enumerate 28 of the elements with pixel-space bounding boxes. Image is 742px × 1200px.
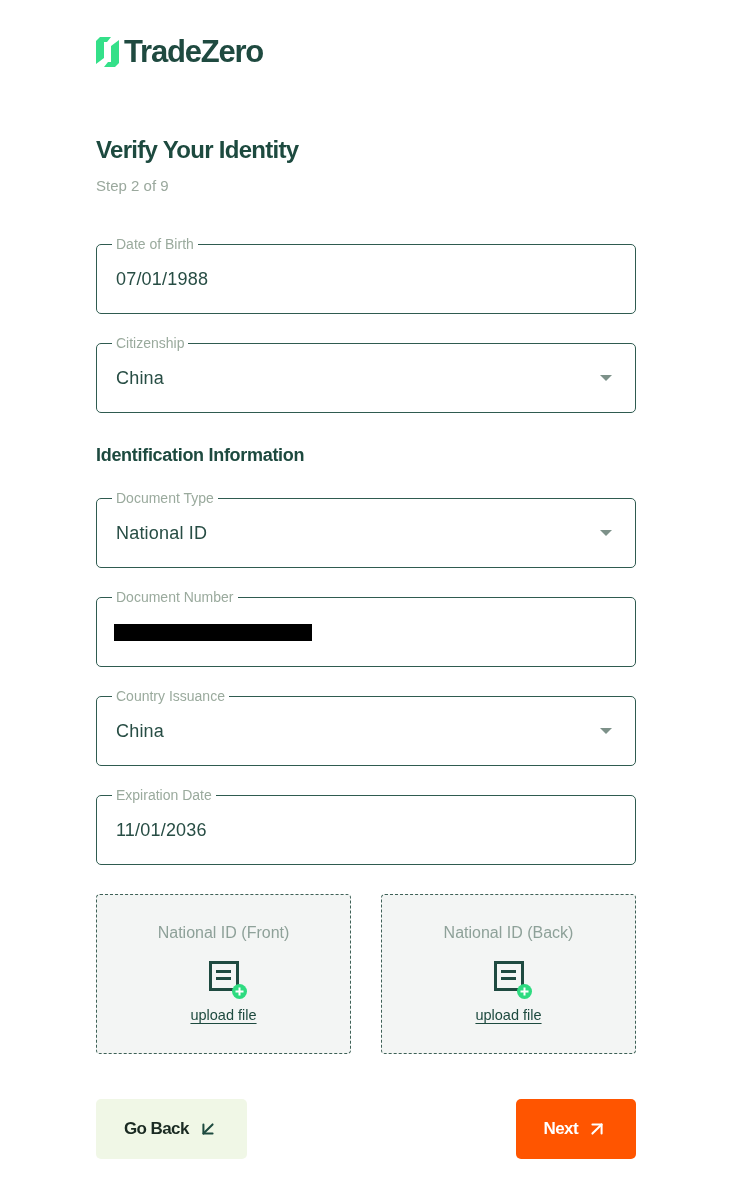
section-title: Identification Information <box>96 444 306 466</box>
field-label: Citizenship <box>115 335 186 351</box>
field-label: Country Issuance <box>115 688 226 704</box>
upload-title: National ID (Back) <box>443 923 574 943</box>
field-label: Document Type <box>115 490 215 506</box>
select-field[interactable]: Document Type National ID <box>96 490 636 568</box>
logo-icon <box>96 37 119 67</box>
field-label: Date of Birth <box>115 236 195 252</box>
upload-dropzone[interactable]: National ID (Back) upload file <box>381 894 636 1054</box>
dropdown-caret-icon <box>600 375 612 381</box>
go-back-button[interactable]: Go Back <box>96 1099 247 1159</box>
upload-dropzone[interactable]: National ID (Front) upload file <box>96 894 351 1054</box>
select-field[interactable]: Country Issuance China <box>96 688 636 766</box>
logo-wordmark: TradeZero <box>124 36 264 68</box>
page-title: Verify Your Identity <box>96 135 300 164</box>
step-indicator: Step 2 of 9 <box>96 177 170 195</box>
upload-file-link[interactable]: upload file <box>190 1006 257 1024</box>
field-label: Document Number <box>115 589 235 605</box>
upload-file-link[interactable]: upload file <box>475 1006 542 1024</box>
dropdown-caret-icon <box>600 728 612 734</box>
input-field[interactable]: Date of Birth 07/01/1988 <box>96 236 636 314</box>
document-add-icon <box>493 961 532 999</box>
upload-title: National ID (Front) <box>157 923 290 943</box>
dropdown-caret-icon <box>600 530 612 536</box>
field-label: Expiration Date <box>115 787 213 803</box>
document-add-icon <box>208 961 247 999</box>
select-field[interactable]: Citizenship China <box>96 335 636 413</box>
input-field[interactable]: Expiration Date 11/01/2036 <box>96 787 636 865</box>
